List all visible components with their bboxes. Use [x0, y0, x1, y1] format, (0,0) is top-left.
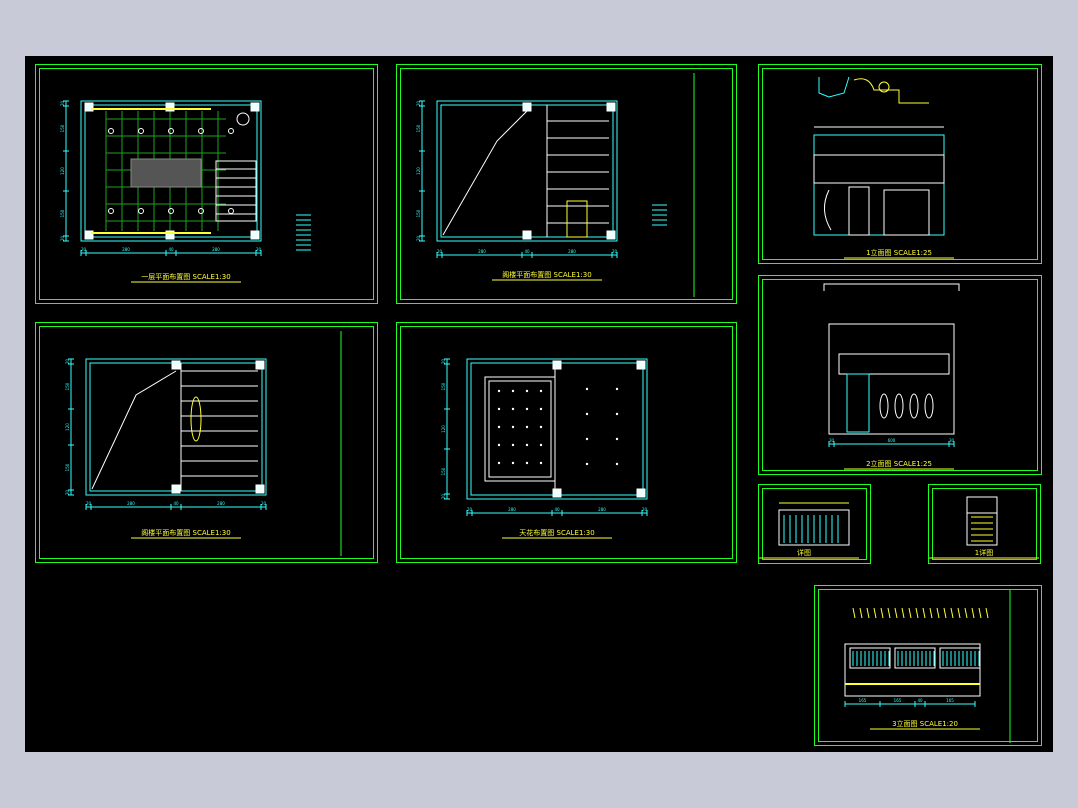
svg-text:150: 150	[416, 124, 421, 132]
svg-text:120: 120	[65, 423, 70, 431]
panel-mezzanine-plan-a[interactable]: 20 280 40 280 20 20 150 120 150 20 阁楼平面布置图 SCALE1:…	[396, 64, 737, 304]
panel-drawing: 20 280 40 280 20 20 150 120 150 20 天花布置图 SCALE1:30	[441, 358, 648, 539]
svg-text:280: 280	[568, 249, 576, 254]
svg-text:165: 165	[894, 698, 902, 703]
svg-text:20: 20	[437, 249, 443, 254]
panel-drawing: 1立面图 SCALE1:25	[813, 76, 954, 259]
svg-text:40: 40	[917, 698, 923, 703]
cad-drawing-canvas[interactable]: 20 280 40 280 20 20 150 120 150 20 一层平面布置图 SCALE1:…	[25, 56, 1053, 752]
svg-text:150: 150	[441, 382, 446, 390]
svg-text:20: 20	[416, 101, 421, 107]
svg-text:20: 20	[81, 247, 87, 252]
svg-text:280: 280	[478, 249, 486, 254]
svg-text:120: 120	[441, 425, 446, 433]
panel-drawing: 165 165 40 165 3立面图 SCALE1:20	[844, 589, 1011, 743]
panel-mezzanine-plan-b[interactable]: 20 280 40 280 20 20 150 120 150 20 阁楼平面布置图 SCALE1:…	[35, 322, 378, 563]
svg-text:20: 20	[65, 490, 70, 496]
svg-text:280: 280	[598, 507, 606, 512]
svg-text:20: 20	[65, 359, 70, 365]
svg-text:280: 280	[122, 247, 130, 252]
svg-text:30: 30	[949, 438, 955, 443]
svg-text:280: 280	[217, 501, 225, 506]
panel-caption: 3立面图 SCALE1:20	[892, 719, 958, 728]
svg-text:20: 20	[467, 507, 473, 512]
panel-drawing: 20 280 40 280 20 20 150 120 150 20 阁楼平面布置图 SCALE1:…	[416, 73, 695, 297]
svg-text:165: 165	[859, 698, 867, 703]
panel-caption: 2立面图 SCALE1:25	[866, 459, 932, 468]
svg-text:40: 40	[554, 507, 560, 512]
svg-text:40: 40	[524, 249, 530, 254]
panel-elevation-b[interactable]: 30 600 30 2立面图 SCALE1:25	[758, 275, 1042, 475]
panel-ceiling-plan[interactable]: 20 280 40 280 20 20 150 120 150 20 天花布置图 SCALE1:30	[396, 322, 737, 563]
panel-detail-a[interactable]: 详图	[758, 484, 871, 564]
panel-drawing: 20 280 40 280 20 20 150 120 150 20 阁楼平面布置图 SCALE1:…	[65, 331, 342, 556]
svg-text:20: 20	[261, 501, 267, 506]
svg-text:165: 165	[946, 698, 954, 703]
panel-detail-b[interactable]: 1详图	[928, 484, 1041, 564]
svg-text:150: 150	[65, 382, 70, 390]
svg-text:150: 150	[441, 467, 446, 475]
panel-drawing: 1详图	[929, 496, 1039, 559]
panel-elevation-c[interactable]: 165 165 40 165 3立面图 SCALE1:20	[814, 585, 1042, 746]
panel-drawing: 30 600 30 2立面图 SCALE1:25	[823, 283, 960, 470]
svg-text:150: 150	[60, 209, 65, 217]
panel-caption: 1立面图 SCALE1:25	[866, 248, 932, 257]
panel-caption: 一层平面布置图 SCALE1:30	[141, 272, 230, 281]
svg-text:150: 150	[60, 124, 65, 132]
panel-first-floor-plan[interactable]: 20 280 40 280 20 20 150 120 150 20 一层平面布置图 SCALE1:…	[35, 64, 378, 304]
panel-elevation-a[interactable]: 1立面图 SCALE1:25	[758, 64, 1042, 264]
svg-text:20: 20	[60, 236, 65, 242]
svg-text:20: 20	[60, 101, 65, 107]
panel-caption: 阁楼平面布置图 SCALE1:30	[502, 270, 591, 279]
panel-caption: 详图	[797, 548, 811, 557]
svg-text:280: 280	[127, 501, 135, 506]
svg-text:40: 40	[173, 501, 179, 506]
panel-drawing: 20 280 40 280 20 20 150 120 150 20 一层平面布置图 SCALE1:…	[60, 100, 311, 283]
panel-caption: 天花布置图 SCALE1:30	[519, 528, 594, 537]
svg-text:20: 20	[86, 501, 92, 506]
svg-text:20: 20	[256, 247, 262, 252]
svg-text:30: 30	[829, 438, 835, 443]
svg-text:20: 20	[441, 494, 446, 500]
svg-text:20: 20	[612, 249, 618, 254]
svg-text:600: 600	[888, 438, 896, 443]
svg-text:280: 280	[212, 247, 220, 252]
svg-text:120: 120	[60, 167, 65, 175]
svg-text:20: 20	[416, 236, 421, 242]
svg-text:150: 150	[65, 463, 70, 471]
svg-text:120: 120	[416, 167, 421, 175]
panel-caption: 阁楼平面布置图 SCALE1:30	[141, 528, 230, 537]
svg-text:150: 150	[416, 209, 421, 217]
svg-text:40: 40	[168, 247, 174, 252]
svg-text:20: 20	[441, 359, 446, 365]
panel-caption: 1详图	[975, 548, 993, 557]
svg-text:280: 280	[508, 507, 516, 512]
svg-text:20: 20	[642, 507, 648, 512]
panel-drawing: 详图	[759, 502, 859, 559]
